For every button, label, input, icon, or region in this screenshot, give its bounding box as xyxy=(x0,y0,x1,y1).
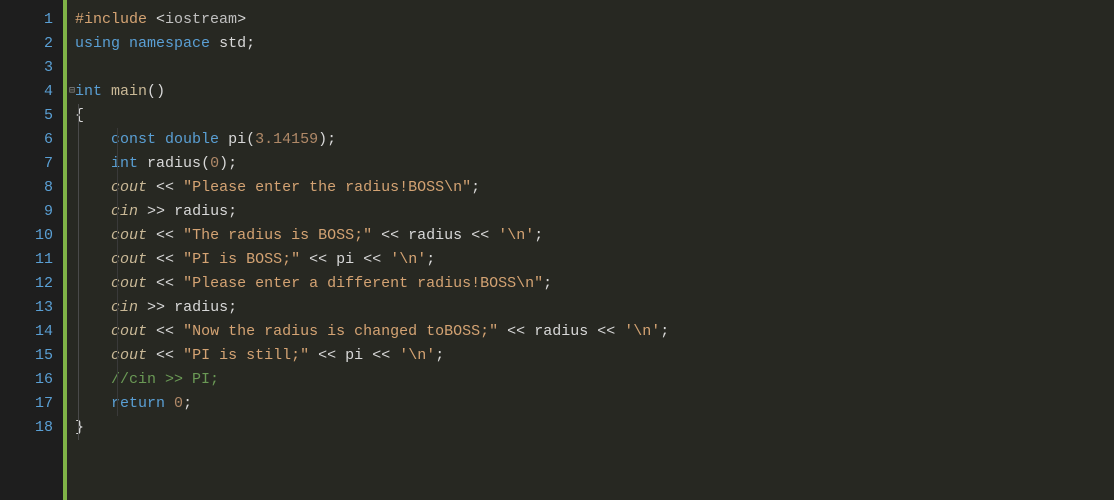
line-number[interactable]: 7 xyxy=(0,152,53,176)
code-line-3[interactable] xyxy=(75,56,1114,80)
keyword-namespace: namespace xyxy=(129,32,210,56)
number-literal: 0 xyxy=(174,392,183,416)
code-editor[interactable]: #include <iostream> using namespace std;… xyxy=(67,0,1114,500)
line-number[interactable]: 2 xyxy=(0,32,53,56)
string-literal: "Please enter a different radius!BOSS\n" xyxy=(183,272,543,296)
code-line-12[interactable]: cout << "Please enter a different radius… xyxy=(75,272,1114,296)
line-number-gutter: 1 2 3 4 5 6 7 8 9 10 11 12 13 14 15 16 1… xyxy=(0,0,63,500)
code-line-7[interactable]: int radius(0); xyxy=(75,152,1114,176)
line-number[interactable]: 5 xyxy=(0,104,53,128)
code-line-15[interactable]: cout << "PI is still;" << pi << '\n'; xyxy=(75,344,1114,368)
char-literal: '\n' xyxy=(399,344,435,368)
keyword-using: using xyxy=(75,32,120,56)
keyword-return: return xyxy=(111,392,165,416)
char-literal: '\n' xyxy=(390,248,426,272)
string-literal: "Please enter the radius!BOSS\n" xyxy=(183,176,471,200)
char-literal: '\n' xyxy=(498,224,534,248)
fold-toggle-icon[interactable]: ⊟ xyxy=(69,80,75,104)
fold-guide xyxy=(78,104,79,440)
comment: //cin >> PI; xyxy=(111,368,219,392)
char-literal: '\n' xyxy=(624,320,660,344)
code-line-2[interactable]: using namespace std; xyxy=(75,32,1114,56)
cin: cin xyxy=(111,296,138,320)
line-number[interactable]: 4 xyxy=(0,80,53,104)
indent-guide xyxy=(117,128,118,416)
line-number[interactable]: 10 xyxy=(0,224,53,248)
type-int: int xyxy=(111,152,138,176)
line-number[interactable]: 13 xyxy=(0,296,53,320)
func-main: main xyxy=(111,80,147,104)
string-literal: "Now the radius is changed toBOSS;" xyxy=(183,320,498,344)
code-line-6[interactable]: const double pi(3.14159); xyxy=(75,128,1114,152)
code-line-5[interactable]: { xyxy=(75,104,1114,128)
code-line-14[interactable]: cout << "Now the radius is changed toBOS… xyxy=(75,320,1114,344)
code-line-4[interactable]: ⊟ int main() xyxy=(75,80,1114,104)
line-number[interactable]: 15 xyxy=(0,344,53,368)
code-line-8[interactable]: cout << "Please enter the radius!BOSS\n"… xyxy=(75,176,1114,200)
code-line-13[interactable]: cin >> radius; xyxy=(75,296,1114,320)
line-number[interactable]: 12 xyxy=(0,272,53,296)
line-number[interactable]: 3 xyxy=(0,56,53,80)
line-number[interactable]: 8 xyxy=(0,176,53,200)
string-literal: "The radius is BOSS;" xyxy=(183,224,372,248)
line-number[interactable]: 14 xyxy=(0,320,53,344)
line-number[interactable]: 6 xyxy=(0,128,53,152)
line-number[interactable]: 17 xyxy=(0,392,53,416)
line-number[interactable]: 11 xyxy=(0,248,53,272)
string-literal: "PI is BOSS;" xyxy=(183,248,300,272)
cin: cin xyxy=(111,200,138,224)
number-literal: 0 xyxy=(210,152,219,176)
brace-open: { xyxy=(75,104,84,128)
line-number[interactable]: 18 xyxy=(0,416,53,440)
code-line-9[interactable]: cin >> radius; xyxy=(75,200,1114,224)
line-number[interactable]: 16 xyxy=(0,368,53,392)
code-line-11[interactable]: cout << "PI is BOSS;" << pi << '\n'; xyxy=(75,248,1114,272)
code-line-16[interactable]: //cin >> PI; xyxy=(75,368,1114,392)
type-int: int xyxy=(75,80,102,104)
string-literal: "PI is still;" xyxy=(183,344,309,368)
number-literal: 3.14159 xyxy=(255,128,318,152)
code-line-17[interactable]: return 0; xyxy=(75,392,1114,416)
line-number[interactable]: 1 xyxy=(0,8,53,32)
preprocessor: #include xyxy=(75,8,147,32)
header-name: iostream xyxy=(165,8,237,32)
type-double: double xyxy=(165,128,219,152)
code-line-1[interactable]: #include <iostream> xyxy=(75,8,1114,32)
code-line-18[interactable]: } xyxy=(75,416,1114,440)
code-line-10[interactable]: cout << "The radius is BOSS;" << radius … xyxy=(75,224,1114,248)
brace-close: } xyxy=(75,416,84,440)
line-number[interactable]: 9 xyxy=(0,200,53,224)
